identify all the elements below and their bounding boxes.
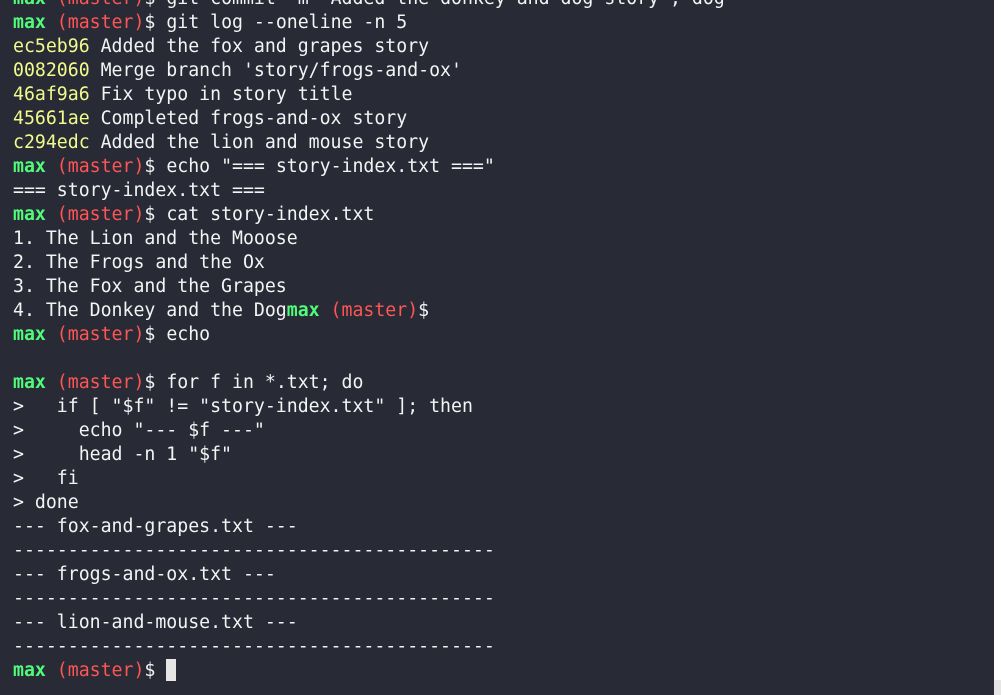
terminal-line: max (master)$ echo "=== story-index.txt … [13, 155, 725, 179]
terminal-text: ----------------------------------------… [13, 588, 495, 609]
prompt-branch: (master) [45, 204, 145, 225]
terminal-text: $ for f in *.txt; do [144, 372, 364, 393]
prompt-branch: (master) [45, 372, 145, 393]
terminal-line: === story-index.txt === [13, 179, 725, 203]
terminal-line: 0082060 Merge branch 'story/frogs-and-ox… [13, 59, 725, 83]
text-cursor [166, 659, 177, 681]
terminal-line: --- fox-and-grapes.txt --- [13, 515, 725, 539]
terminal-line: 2. The Frogs and the Ox [13, 251, 725, 275]
terminal-line: --- lion-and-mouse.txt --- [13, 611, 725, 635]
terminal-line: > echo "--- $f ---" [13, 419, 725, 443]
terminal-text: ----------------------------------------… [13, 540, 495, 561]
terminal-text: Added the fox and grapes story [89, 36, 430, 57]
terminal-line: > fi [13, 467, 725, 491]
commit-hash: 0082060 [13, 60, 90, 81]
prompt-user: max [13, 12, 46, 33]
terminal-text: --- lion-and-mouse.txt --- [13, 612, 298, 633]
terminal-text: Completed frogs-and-ox story [89, 108, 408, 129]
terminal-text: 3. The Fox and the Grapes [13, 276, 287, 297]
terminal-line: 45661ae Completed frogs-and-ox story [13, 107, 725, 131]
terminal-line: ----------------------------------------… [13, 635, 725, 659]
terminal-text: > done [13, 492, 79, 513]
commit-hash: c294edc [13, 132, 90, 153]
terminal-text: 1. The Lion and the Mooose [13, 228, 298, 249]
prompt-branch: (master) [46, 0, 145, 9]
terminal-line: max (master)$ git commit -m "Added the d… [13, 0, 725, 11]
terminal-text: > fi [13, 468, 79, 489]
prompt-user: max [13, 660, 46, 681]
terminal-line: --- frogs-and-ox.txt --- [13, 563, 725, 587]
commit-hash: ec5eb96 [13, 36, 90, 57]
prompt-branch: (master) [45, 156, 145, 177]
terminal-text: 4. The Donkey and the Dog [13, 300, 287, 321]
terminal-text: Added the lion and mouse story [89, 132, 430, 153]
scrollbar[interactable] [994, 0, 1001, 695]
terminal-output: max (master)$ git commit -m "Added the d… [13, 0, 725, 683]
terminal-text: $ echo "=== story-index.txt ===" [144, 156, 495, 177]
terminal-window[interactable]: max (master)$ git commit -m "Added the d… [0, 0, 994, 695]
terminal-text: $ git commit -m "Added the donkey and do… [144, 0, 724, 9]
terminal-line: max (master)$ [13, 659, 725, 683]
terminal-text: > if [ "$f" != "story-index.txt" ]; then [13, 396, 473, 417]
terminal-text: $ cat story-index.txt [144, 204, 375, 225]
terminal-line: max (master)$ for f in *.txt; do [13, 371, 725, 395]
prompt-branch: (master) [45, 12, 145, 33]
prompt-branch: (master) [319, 300, 419, 321]
terminal-line: > done [13, 491, 725, 515]
terminal-text: Merge branch 'story/frogs-and-ox' [89, 60, 462, 81]
prompt-user: max [286, 300, 320, 321]
prompt-branch: (master) [45, 660, 145, 681]
terminal-text: $ [418, 300, 430, 321]
terminal-text: ----------------------------------------… [13, 636, 495, 657]
terminal-text: $ git log --oneline -n 5 [144, 12, 408, 33]
terminal-line: max (master)$ echo [13, 323, 725, 347]
terminal-text: 2. The Frogs and the Ox [13, 252, 265, 273]
terminal-line: c294edc Added the lion and mouse story [13, 131, 725, 155]
commit-hash: 46af9a6 [13, 84, 90, 105]
terminal-line: > if [ "$f" != "story-index.txt" ]; then [13, 395, 725, 419]
terminal-line: 1. The Lion and the Mooose [13, 227, 725, 251]
terminal-text: > head -n 1 "$f" [13, 444, 232, 465]
prompt-branch: (master) [45, 324, 145, 345]
terminal-line: > head -n 1 "$f" [13, 443, 725, 467]
terminal-line: ----------------------------------------… [13, 539, 725, 563]
terminal-text: --- fox-and-grapes.txt --- [13, 516, 298, 537]
prompt-user: max [13, 324, 46, 345]
terminal-line: 3. The Fox and the Grapes [13, 275, 725, 299]
prompt-user: max [13, 156, 46, 177]
commit-hash: 45661ae [13, 108, 90, 129]
terminal-line: 4. The Donkey and the Dogmax (master)$ [13, 299, 725, 323]
terminal-line: max (master)$ cat story-index.txt [13, 203, 725, 227]
terminal-line: 46af9a6 Fix typo in story title [13, 83, 725, 107]
prompt-user: max [13, 0, 46, 9]
terminal-line: max (master)$ git log --oneline -n 5 [13, 11, 725, 35]
terminal-text: > echo "--- $f ---" [13, 420, 265, 441]
prompt-user: max [13, 372, 46, 393]
terminal-text: === story-index.txt === [13, 180, 265, 201]
prompt-user: max [13, 204, 46, 225]
scrollbar-thumb[interactable] [994, 0, 1001, 680]
terminal-text: Fix typo in story title [89, 84, 353, 105]
terminal-text: --- frogs-and-ox.txt --- [13, 564, 276, 585]
terminal-line: ec5eb96 Added the fox and grapes story [13, 35, 725, 59]
terminal-text: $ [144, 660, 167, 681]
terminal-line: ----------------------------------------… [13, 587, 725, 611]
terminal-text: $ echo [144, 324, 211, 345]
